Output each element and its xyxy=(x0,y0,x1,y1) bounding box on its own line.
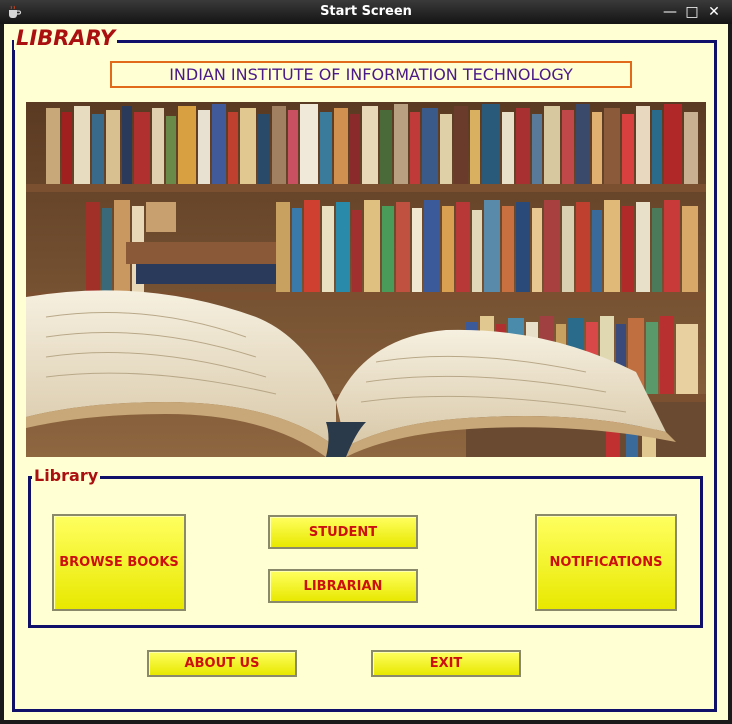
institute-name-label: INDIAN INSTITUTE OF INFORMATION TECHNOLO… xyxy=(110,61,632,88)
minimize-icon[interactable]: — xyxy=(660,2,680,22)
browse-books-button[interactable]: BROWSE BOOKS xyxy=(52,514,186,611)
library-banner-image xyxy=(26,102,706,457)
title-bar[interactable]: Start Screen — □ ✕ xyxy=(0,0,732,24)
librarian-button[interactable]: LIBRARIAN xyxy=(268,569,418,603)
exit-button[interactable]: EXIT xyxy=(371,650,521,677)
student-button[interactable]: STUDENT xyxy=(268,515,418,549)
window-title: Start Screen xyxy=(320,4,412,19)
maximize-icon[interactable]: □ xyxy=(682,2,702,22)
notifications-button[interactable]: NOTIFICATIONS xyxy=(535,514,677,611)
close-icon[interactable]: ✕ xyxy=(704,2,724,22)
window-content: LIBRARY INDIAN INSTITUTE OF INFORMATION … xyxy=(4,24,728,720)
library-panel-title: Library xyxy=(32,466,101,485)
about-us-button[interactable]: ABOUT US xyxy=(147,650,297,677)
library-frame-title: LIBRARY xyxy=(14,26,118,50)
